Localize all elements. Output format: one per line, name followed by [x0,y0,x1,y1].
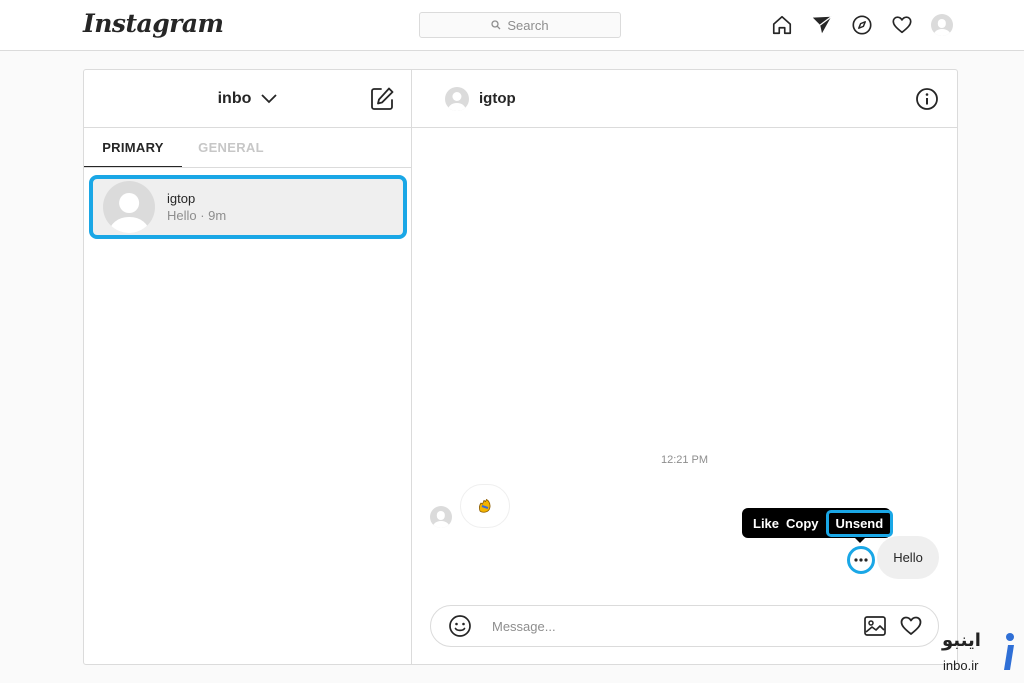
search-placeholder: Search [507,17,549,33]
emoji-button[interactable] [448,614,472,638]
unsend-action[interactable]: Unsend [825,509,894,537]
message-actions-menu: Like Copy Unsend [742,508,894,538]
watermark-url: inbo.ir [943,658,979,673]
avatar [931,14,953,36]
inbo-logo-icon [1004,633,1014,670]
avatar [103,181,155,233]
emoji-icon [449,615,471,637]
message-composer [430,605,939,647]
explore-icon[interactable] [850,13,874,37]
wave-emoji-icon [479,498,491,513]
inbox-header: inbo [84,70,411,128]
received-message-bubble[interactable] [460,484,510,528]
direct-inbox-card: inbo PRIMARY GENERAL igtop Hello · 9m ig… [83,69,958,665]
copy-action[interactable]: Copy [786,516,819,531]
message-input[interactable] [492,618,832,634]
image-icon [864,616,886,636]
message-timestamp: 12:21 PM [660,454,709,466]
top-navigation-bar: Instagram Search [0,0,1024,51]
chat-panel: igtop 12:21 PM Like Copy Unsend Hello [412,70,957,664]
sent-message-bubble[interactable]: Hello [877,536,939,579]
site-watermark: اینبو inbo.ir [940,630,1020,680]
account-name: inbo [217,89,252,107]
menu-pointer [854,537,866,543]
more-horizontal-icon [854,558,868,562]
account-switcher[interactable]: inbo [218,90,278,108]
compose-icon [371,87,394,110]
watermark-persian: اینبو [942,630,981,651]
instagram-logo[interactable]: Instagram [83,9,224,38]
conversation-info-button[interactable] [915,87,939,111]
activity-heart-icon[interactable] [890,13,914,37]
like-action[interactable]: Like [753,516,779,531]
search-box[interactable]: Search [419,12,621,38]
new-message-button[interactable] [369,86,395,112]
conversation-preview: Hello · 9m [167,208,227,223]
avatar[interactable] [430,506,452,528]
home-icon[interactable] [770,13,794,37]
inbox-tabs: PRIMARY GENERAL [84,128,411,168]
conversation-meta: igtop Hello · 9m [167,191,226,223]
chat-header: igtop [412,70,957,128]
conversation-name: igtop [167,191,196,206]
heart-icon [900,616,922,635]
chat-title[interactable]: igtop [479,90,516,107]
chevron-down-icon [261,93,278,103]
conversation-item[interactable]: igtop Hello · 9m [89,175,407,239]
add-photo-button[interactable] [863,614,887,638]
nav-icons [770,13,954,37]
search-icon [491,20,501,30]
conversation-list-panel: inbo PRIMARY GENERAL igtop Hello · 9m [84,70,412,664]
direct-icon[interactable] [810,13,834,37]
tab-primary[interactable]: PRIMARY [84,128,182,167]
more-options-button[interactable] [847,546,875,574]
avatar[interactable] [445,86,469,111]
profile-avatar[interactable] [930,13,954,37]
tab-general[interactable]: GENERAL [182,128,280,167]
info-icon [916,88,938,110]
like-heart-button[interactable] [899,614,923,638]
